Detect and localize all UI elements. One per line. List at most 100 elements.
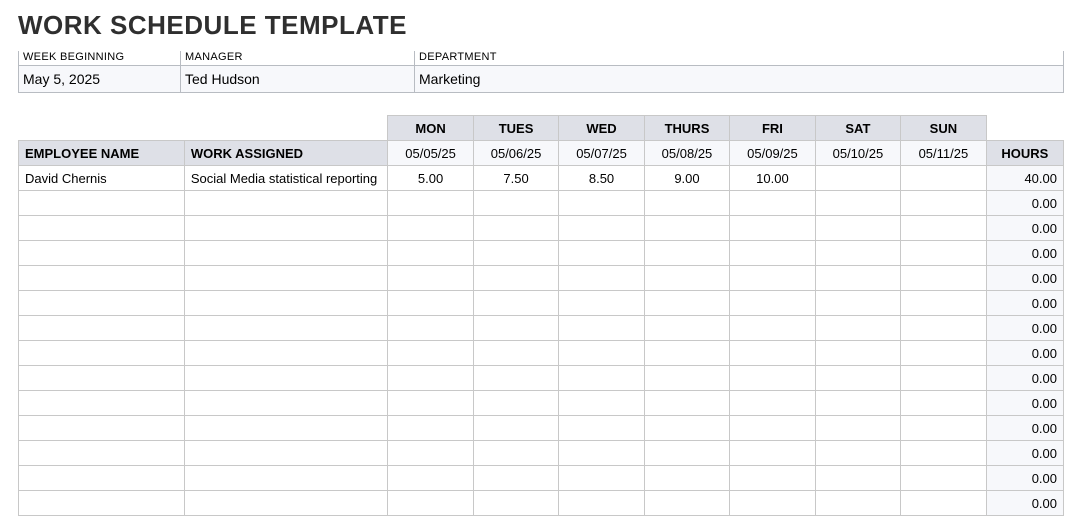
hours-cell[interactable]: [559, 466, 644, 491]
hours-cell[interactable]: [644, 366, 729, 391]
hours-cell[interactable]: [815, 291, 900, 316]
employee-cell[interactable]: [19, 341, 185, 366]
hours-cell[interactable]: [388, 391, 473, 416]
hours-cell[interactable]: [473, 366, 558, 391]
hours-cell[interactable]: [901, 441, 986, 466]
hours-cell[interactable]: [388, 366, 473, 391]
hours-cell[interactable]: [730, 441, 815, 466]
hours-cell[interactable]: [730, 216, 815, 241]
employee-cell[interactable]: David Chernis: [19, 166, 185, 191]
hours-cell[interactable]: [901, 216, 986, 241]
hours-cell[interactable]: [730, 466, 815, 491]
work-cell[interactable]: [184, 391, 388, 416]
hours-cell[interactable]: [473, 316, 558, 341]
hours-cell[interactable]: [901, 241, 986, 266]
hours-cell[interactable]: [559, 441, 644, 466]
employee-cell[interactable]: [19, 416, 185, 441]
hours-cell[interactable]: [901, 341, 986, 366]
work-cell[interactable]: [184, 291, 388, 316]
hours-cell[interactable]: [473, 441, 558, 466]
hours-cell[interactable]: [815, 441, 900, 466]
hours-cell[interactable]: [644, 316, 729, 341]
week-beginning-value[interactable]: May 5, 2025: [18, 66, 180, 93]
hours-cell[interactable]: [901, 316, 986, 341]
work-cell[interactable]: [184, 216, 388, 241]
hours-cell[interactable]: [473, 266, 558, 291]
hours-cell[interactable]: [388, 216, 473, 241]
hours-cell[interactable]: [644, 216, 729, 241]
hours-cell[interactable]: [473, 416, 558, 441]
hours-cell[interactable]: [730, 366, 815, 391]
hours-cell[interactable]: [644, 441, 729, 466]
work-cell[interactable]: [184, 191, 388, 216]
hours-cell[interactable]: [473, 291, 558, 316]
hours-cell[interactable]: 7.50: [473, 166, 558, 191]
hours-cell[interactable]: [730, 266, 815, 291]
hours-cell[interactable]: [473, 466, 558, 491]
hours-cell[interactable]: [815, 416, 900, 441]
hours-cell[interactable]: [815, 341, 900, 366]
hours-cell[interactable]: [559, 291, 644, 316]
hours-cell[interactable]: [559, 316, 644, 341]
hours-cell[interactable]: [388, 241, 473, 266]
hours-cell[interactable]: [388, 291, 473, 316]
hours-cell[interactable]: [388, 441, 473, 466]
hours-cell[interactable]: [559, 191, 644, 216]
hours-cell[interactable]: [644, 291, 729, 316]
work-cell[interactable]: [184, 266, 388, 291]
work-cell[interactable]: [184, 366, 388, 391]
hours-cell[interactable]: [388, 316, 473, 341]
employee-cell[interactable]: [19, 466, 185, 491]
hours-cell[interactable]: [730, 391, 815, 416]
hours-cell[interactable]: [559, 216, 644, 241]
hours-cell[interactable]: [730, 316, 815, 341]
hours-cell[interactable]: [901, 416, 986, 441]
hours-cell[interactable]: [815, 366, 900, 391]
hours-cell[interactable]: [473, 241, 558, 266]
hours-cell[interactable]: [730, 241, 815, 266]
hours-cell[interactable]: [901, 166, 986, 191]
hours-cell[interactable]: [559, 491, 644, 516]
hours-cell[interactable]: [730, 341, 815, 366]
hours-cell[interactable]: 8.50: [559, 166, 644, 191]
work-cell[interactable]: [184, 241, 388, 266]
work-cell[interactable]: [184, 316, 388, 341]
department-value[interactable]: Marketing: [414, 66, 1064, 93]
hours-cell[interactable]: [901, 366, 986, 391]
hours-cell[interactable]: [559, 341, 644, 366]
hours-cell[interactable]: [815, 191, 900, 216]
hours-cell[interactable]: [644, 191, 729, 216]
hours-cell[interactable]: [815, 491, 900, 516]
hours-cell[interactable]: [388, 491, 473, 516]
hours-cell[interactable]: [815, 316, 900, 341]
hours-cell[interactable]: [815, 241, 900, 266]
hours-cell[interactable]: [559, 241, 644, 266]
employee-cell[interactable]: [19, 441, 185, 466]
hours-cell[interactable]: [473, 216, 558, 241]
hours-cell[interactable]: 9.00: [644, 166, 729, 191]
employee-cell[interactable]: [19, 191, 185, 216]
hours-cell[interactable]: [644, 466, 729, 491]
hours-cell[interactable]: [644, 391, 729, 416]
hours-cell[interactable]: [559, 416, 644, 441]
hours-cell[interactable]: [901, 391, 986, 416]
work-cell[interactable]: [184, 441, 388, 466]
hours-cell[interactable]: [473, 491, 558, 516]
hours-cell[interactable]: [730, 191, 815, 216]
hours-cell[interactable]: [644, 266, 729, 291]
hours-cell[interactable]: [815, 466, 900, 491]
hours-cell[interactable]: [815, 391, 900, 416]
work-cell[interactable]: [184, 416, 388, 441]
hours-cell[interactable]: [559, 266, 644, 291]
hours-cell[interactable]: [901, 491, 986, 516]
hours-cell[interactable]: [730, 491, 815, 516]
manager-value[interactable]: Ted Hudson: [180, 66, 414, 93]
work-cell[interactable]: [184, 491, 388, 516]
hours-cell[interactable]: 5.00: [388, 166, 473, 191]
hours-cell[interactable]: [901, 266, 986, 291]
hours-cell[interactable]: [473, 191, 558, 216]
employee-cell[interactable]: [19, 216, 185, 241]
hours-cell[interactable]: [473, 391, 558, 416]
employee-cell[interactable]: [19, 366, 185, 391]
work-cell[interactable]: [184, 341, 388, 366]
